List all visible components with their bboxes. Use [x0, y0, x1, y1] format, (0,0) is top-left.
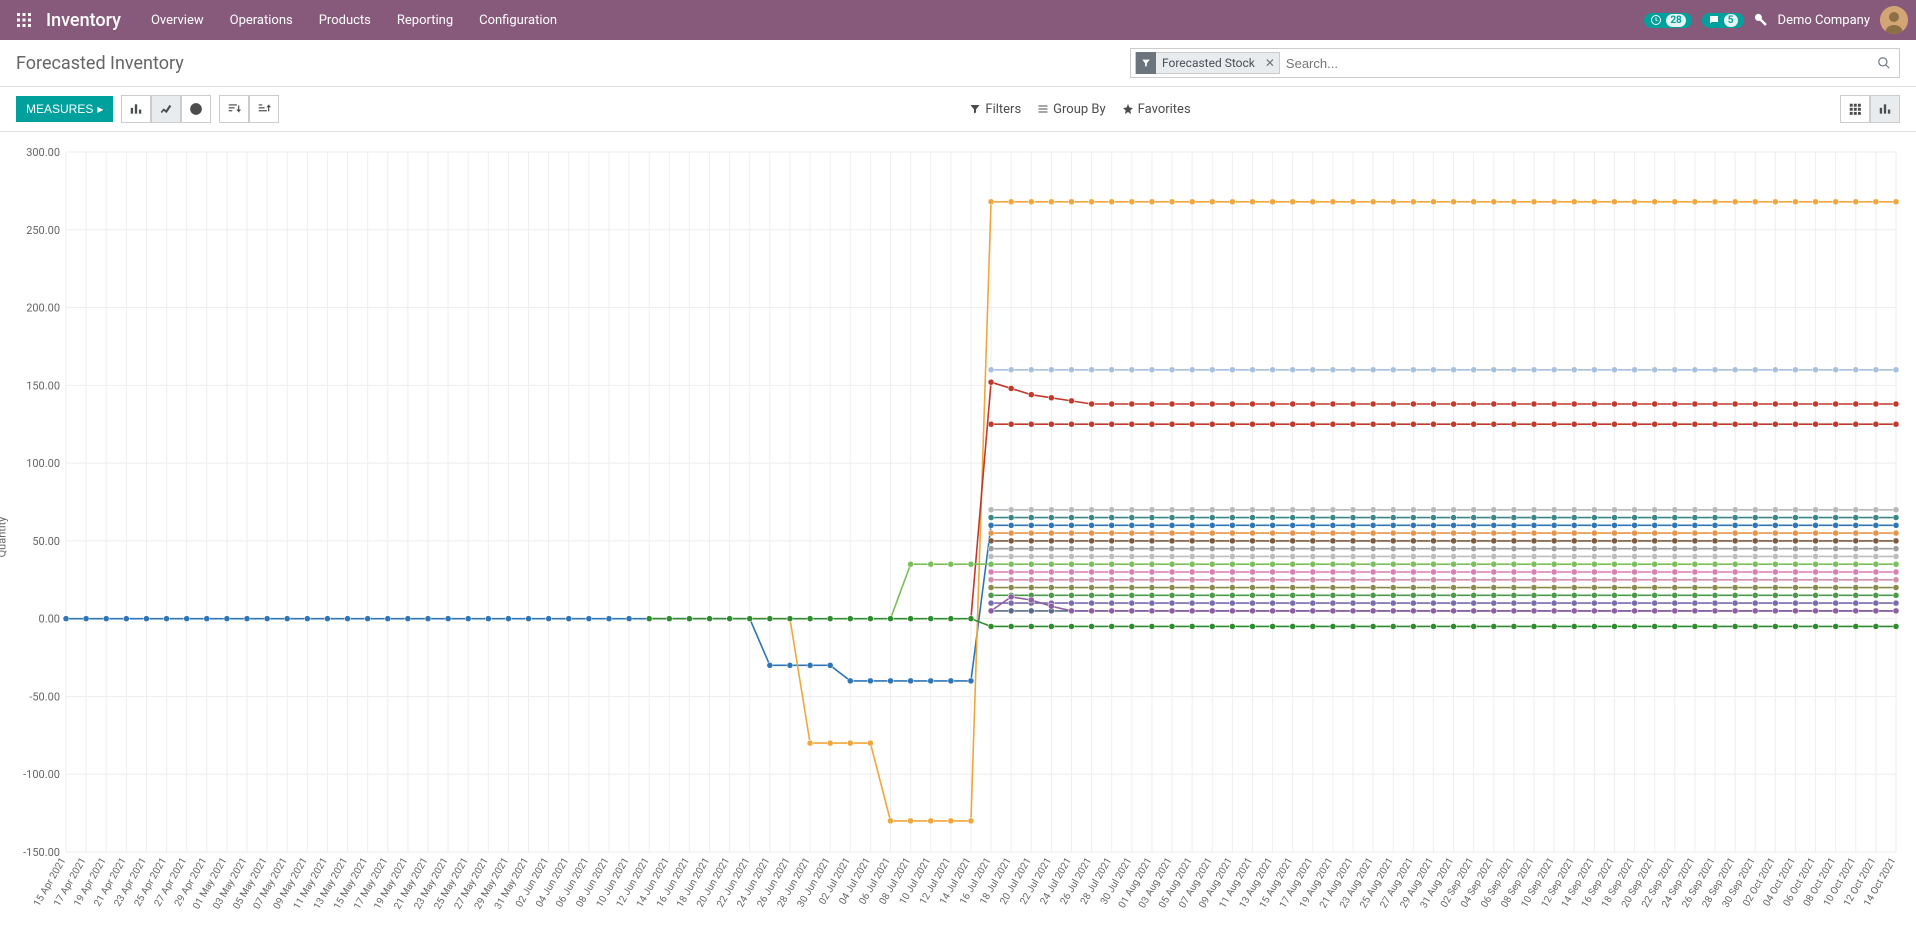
page-title: Forecasted Inventory	[16, 53, 184, 74]
messages-badge[interactable]: 5	[1702, 13, 1744, 28]
filters-button[interactable]: Filters	[969, 102, 1021, 117]
menu-configuration[interactable]: Configuration	[467, 0, 569, 40]
measures-label: MEASURES	[26, 102, 93, 116]
menu-operations[interactable]: Operations	[218, 0, 305, 40]
main-menu: Overview Operations Products Reporting C…	[139, 0, 569, 40]
groupby-button[interactable]: Group By	[1037, 102, 1106, 117]
svg-text:-100.00: -100.00	[23, 768, 60, 781]
activity-badge[interactable]: 28	[1644, 13, 1691, 28]
sort-asc-button[interactable]	[249, 95, 279, 123]
control-row: Forecasted Inventory Forecasted Stock ✕	[0, 40, 1916, 87]
toolbar-row: MEASURES ▸ Filters Group By Favorites	[0, 87, 1916, 132]
search-box[interactable]: Forecasted Stock ✕	[1130, 48, 1900, 78]
app-title[interactable]: Inventory	[46, 10, 121, 31]
svg-text:300.00: 300.00	[26, 146, 60, 159]
search-icon[interactable]	[1873, 56, 1895, 70]
svg-text:100.00: 100.00	[26, 457, 60, 470]
filter-chip: Forecasted Stock ✕	[1135, 52, 1280, 74]
avatar[interactable]	[1880, 6, 1908, 34]
svg-text:250.00: 250.00	[26, 224, 60, 237]
view-switcher	[1840, 95, 1900, 123]
filter-controls: Filters Group By Favorites	[279, 102, 1828, 117]
svg-text:50.00: 50.00	[32, 535, 60, 548]
chart-area: Quantity -150.00 -100.00 -50.00 0.00 50.00 10…	[0, 132, 1916, 942]
menu-reporting[interactable]: Reporting	[385, 0, 465, 40]
svg-text:-50.00: -50.00	[29, 690, 60, 703]
svg-text:200.00: 200.00	[26, 302, 60, 315]
company-selector[interactable]: Demo Company	[1778, 13, 1870, 28]
chart-svg: -150.00 -100.00 -50.00 0.00 50.00 100.00 150.0…	[10, 142, 1906, 942]
favorites-label: Favorites	[1138, 102, 1191, 117]
svg-text:150.00: 150.00	[26, 379, 60, 392]
svg-text:0.00: 0.00	[39, 613, 60, 626]
measures-button[interactable]: MEASURES ▸	[16, 96, 113, 122]
filter-chip-label: Forecasted Stock	[1156, 56, 1261, 70]
favorites-button[interactable]: Favorites	[1122, 102, 1191, 117]
pie-chart-button[interactable]	[181, 95, 211, 123]
filters-label: Filters	[985, 102, 1021, 117]
chart-type-group	[121, 95, 211, 123]
activity-count: 28	[1666, 14, 1685, 27]
y-axis-label: Quantity	[0, 517, 9, 558]
tools-icon[interactable]	[1754, 13, 1768, 27]
bar-chart-button[interactable]	[121, 95, 151, 123]
apps-icon[interactable]	[8, 4, 40, 36]
menu-products[interactable]: Products	[307, 0, 383, 40]
graph-view-button[interactable]	[1870, 95, 1900, 123]
filter-chip-remove[interactable]: ✕	[1261, 56, 1279, 70]
svg-text:-150.00: -150.00	[23, 846, 60, 859]
sort-desc-button[interactable]	[219, 95, 249, 123]
top-nav: Inventory Overview Operations Products R…	[0, 0, 1916, 40]
filter-icon	[1136, 52, 1156, 74]
caret-right-icon: ▸	[97, 102, 103, 116]
pivot-view-button[interactable]	[1840, 95, 1870, 123]
messages-count: 5	[1724, 14, 1738, 27]
sort-group	[219, 95, 279, 123]
line-chart-button[interactable]	[151, 95, 181, 123]
groupby-label: Group By	[1053, 102, 1106, 117]
search-input[interactable]	[1280, 56, 1873, 71]
menu-overview[interactable]: Overview	[139, 0, 216, 40]
